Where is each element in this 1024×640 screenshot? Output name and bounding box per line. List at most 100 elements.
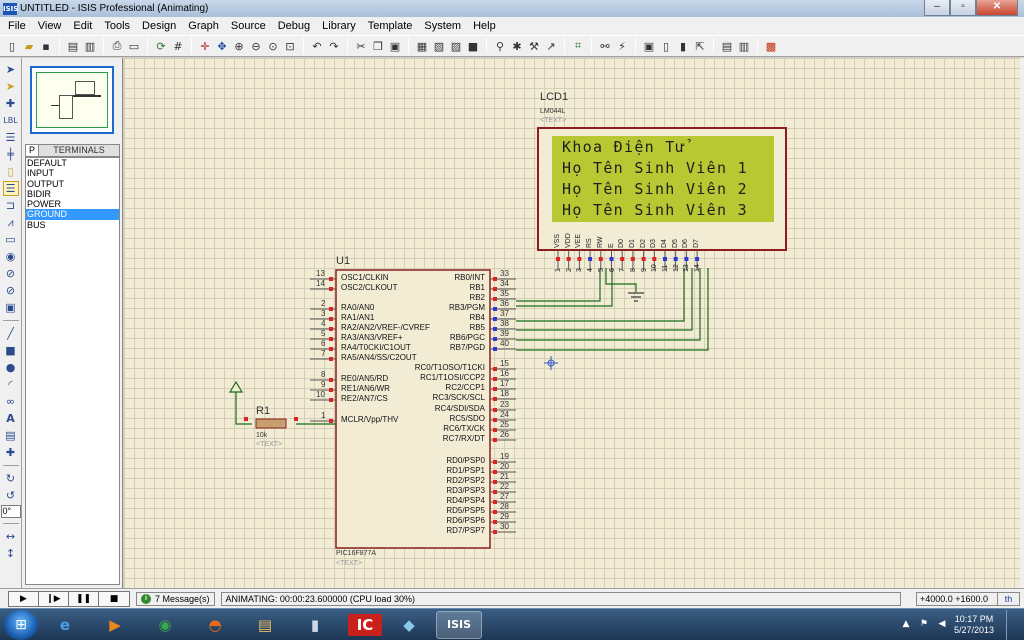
import-icon[interactable]: ▤ bbox=[65, 38, 81, 54]
terminals-mode-icon[interactable]: ☰ bbox=[2, 181, 19, 196]
rotate-clockwise-icon[interactable]: ↻ bbox=[3, 471, 19, 486]
arc-tool-icon[interactable]: ◜ bbox=[3, 377, 19, 392]
terminal-item-input[interactable]: INPUT bbox=[26, 168, 119, 178]
design-explorer-icon[interactable]: ▣ bbox=[641, 38, 657, 54]
junction-dot-icon[interactable]: ✚ bbox=[3, 96, 19, 111]
pick-button[interactable]: P bbox=[25, 144, 39, 157]
menu-library[interactable]: Library bbox=[316, 20, 362, 32]
action-center-flag-icon[interactable]: ⚑ bbox=[918, 619, 930, 631]
overview-window[interactable] bbox=[30, 66, 114, 134]
decompose-icon[interactable]: ↗ bbox=[543, 38, 559, 54]
start-button[interactable]: ⊞ bbox=[4, 609, 38, 640]
bill-of-materials-icon[interactable]: ▤ bbox=[719, 38, 735, 54]
redo-icon[interactable]: ↷ bbox=[326, 38, 342, 54]
packaging-tool-icon[interactable]: ⚒ bbox=[526, 38, 542, 54]
zoom-in-icon[interactable]: ⊕ bbox=[231, 38, 247, 54]
minimize-button[interactable]: – bbox=[924, 0, 950, 16]
zoom-area-icon[interactable]: ⊡ bbox=[282, 38, 298, 54]
taskbar-isis-icon[interactable]: ISIS bbox=[436, 610, 482, 639]
origin-icon[interactable]: ✛ bbox=[197, 38, 213, 54]
symbol-tool-icon[interactable]: ▤ bbox=[3, 428, 19, 443]
exit-parent-icon[interactable]: ⇱ bbox=[692, 38, 708, 54]
menu-template[interactable]: Template bbox=[362, 20, 419, 32]
text-tool-icon[interactable]: A bbox=[3, 411, 19, 426]
open-folder-icon[interactable]: ▰ bbox=[21, 38, 37, 54]
zoom-out-icon[interactable]: ⊖ bbox=[248, 38, 264, 54]
taskbar-app-icon[interactable]: ◆ bbox=[386, 611, 432, 639]
property-assign-icon[interactable]: ⚡ bbox=[614, 38, 630, 54]
menu-graph[interactable]: Graph bbox=[182, 20, 225, 32]
taskbar-explorer-icon[interactable]: ▤ bbox=[242, 611, 288, 639]
menu-help[interactable]: Help bbox=[467, 20, 502, 32]
menu-file[interactable]: File bbox=[2, 20, 32, 32]
stop-button[interactable]: ■ bbox=[99, 591, 129, 606]
cut-icon[interactable]: ✂ bbox=[353, 38, 369, 54]
search-tag-icon[interactable]: ⚯ bbox=[597, 38, 613, 54]
remove-sheet-icon[interactable]: ▮ bbox=[675, 38, 691, 54]
subcircuit-icon[interactable]: ▯ bbox=[3, 164, 19, 179]
units-toggle[interactable]: th bbox=[998, 591, 1020, 606]
block-copy-icon[interactable]: ▦ bbox=[414, 38, 430, 54]
print-icon[interactable]: ⎙ bbox=[109, 38, 125, 54]
menu-view[interactable]: View bbox=[32, 20, 68, 32]
new-sheet-icon[interactable]: ▯ bbox=[658, 38, 674, 54]
virtual-instruments-icon[interactable]: ▣ bbox=[3, 300, 19, 315]
pick-device-icon[interactable]: ⚲ bbox=[492, 38, 508, 54]
vertical-scrollbar[interactable] bbox=[1020, 58, 1024, 588]
menu-design[interactable]: Design bbox=[136, 20, 182, 32]
grid-icon[interactable]: # bbox=[170, 38, 186, 54]
schematic-canvas[interactable]: LCD1 LM044L <TEXT> Khoa Điện Tử Họ Tên S… bbox=[124, 58, 1020, 588]
rotate-anticlockwise-icon[interactable]: ↺ bbox=[3, 488, 19, 503]
ground-symbol[interactable] bbox=[628, 292, 644, 302]
taskbar-ie-icon[interactable]: e bbox=[42, 611, 88, 639]
title-bar[interactable]: ISIS UNTITLED - ISIS Professional (Anima… bbox=[0, 0, 1024, 17]
mirror-horizontal-icon[interactable]: ↔ bbox=[3, 529, 19, 544]
electrical-rule-check-icon[interactable]: ▥ bbox=[736, 38, 752, 54]
rotation-angle-field[interactable]: 0° bbox=[0, 505, 21, 518]
menu-edit[interactable]: Edit bbox=[67, 20, 98, 32]
pause-button[interactable]: ❚❚ bbox=[69, 591, 99, 606]
paste-icon[interactable]: ▣ bbox=[387, 38, 403, 54]
path-tool-icon[interactable]: ∞ bbox=[3, 394, 19, 409]
graph-mode-icon[interactable]: ⩘ bbox=[3, 215, 19, 230]
taskbar-ic-app-icon[interactable]: IC bbox=[348, 613, 382, 636]
taskbar-calculator-icon[interactable]: ▮ bbox=[292, 611, 338, 639]
marker-tool-icon[interactable]: ✚ bbox=[3, 445, 19, 460]
print-area-icon[interactable]: ▭ bbox=[126, 38, 142, 54]
current-probe-icon[interactable]: ⊘ bbox=[3, 283, 19, 298]
terminal-item-output[interactable]: OUTPUT bbox=[26, 179, 119, 189]
save-icon[interactable]: ▪ bbox=[38, 38, 54, 54]
block-move-icon[interactable]: ▧ bbox=[431, 38, 447, 54]
wire-label-icon[interactable]: LBL bbox=[3, 113, 19, 128]
circle-tool-icon[interactable]: ● bbox=[3, 360, 19, 375]
play-button[interactable]: ▶ bbox=[9, 591, 39, 606]
power-terminal-icon[interactable] bbox=[228, 380, 244, 393]
block-delete-icon[interactable]: ■ bbox=[465, 38, 481, 54]
clock[interactable]: 10:17 PM 5/27/2013 bbox=[954, 614, 994, 636]
make-device-icon[interactable]: ✱ bbox=[509, 38, 525, 54]
menu-system[interactable]: System bbox=[418, 20, 467, 32]
voltage-probe-icon[interactable]: ⊘ bbox=[3, 266, 19, 281]
zoom-all-icon[interactable]: ⊙ bbox=[265, 38, 281, 54]
wire-autorouter-icon[interactable]: ⌗ bbox=[570, 38, 586, 54]
show-hidden-icons-icon[interactable]: ▲ bbox=[900, 619, 912, 631]
menu-debug[interactable]: Debug bbox=[272, 20, 316, 32]
taskbar-media-player-icon[interactable]: ▶ bbox=[92, 611, 138, 639]
netlist-to-ares-icon[interactable]: ▩ bbox=[763, 38, 779, 54]
buses-icon[interactable]: ╪ bbox=[3, 147, 19, 162]
text-script-icon[interactable]: ☰ bbox=[3, 130, 19, 145]
copy-icon[interactable]: ❐ bbox=[370, 38, 386, 54]
box-tool-icon[interactable]: ■ bbox=[3, 343, 19, 358]
refresh-icon[interactable]: ⟳ bbox=[153, 38, 169, 54]
step-button[interactable]: ❙▶ bbox=[39, 591, 69, 606]
device-pins-icon[interactable]: ⊐ bbox=[3, 198, 19, 213]
taskbar-chrome-icon[interactable]: ◉ bbox=[142, 611, 188, 639]
undo-icon[interactable]: ↶ bbox=[309, 38, 325, 54]
line-tool-icon[interactable]: ╱ bbox=[3, 326, 19, 341]
menu-tools[interactable]: Tools bbox=[98, 20, 136, 32]
new-file-icon[interactable]: ▯ bbox=[4, 38, 20, 54]
maximize-button[interactable]: ▫ bbox=[950, 0, 976, 16]
taskbar-firefox-icon[interactable]: ◓ bbox=[192, 611, 238, 639]
terminal-item-power[interactable]: POWER bbox=[26, 199, 119, 209]
tape-recorder-icon[interactable]: ▭ bbox=[3, 232, 19, 247]
